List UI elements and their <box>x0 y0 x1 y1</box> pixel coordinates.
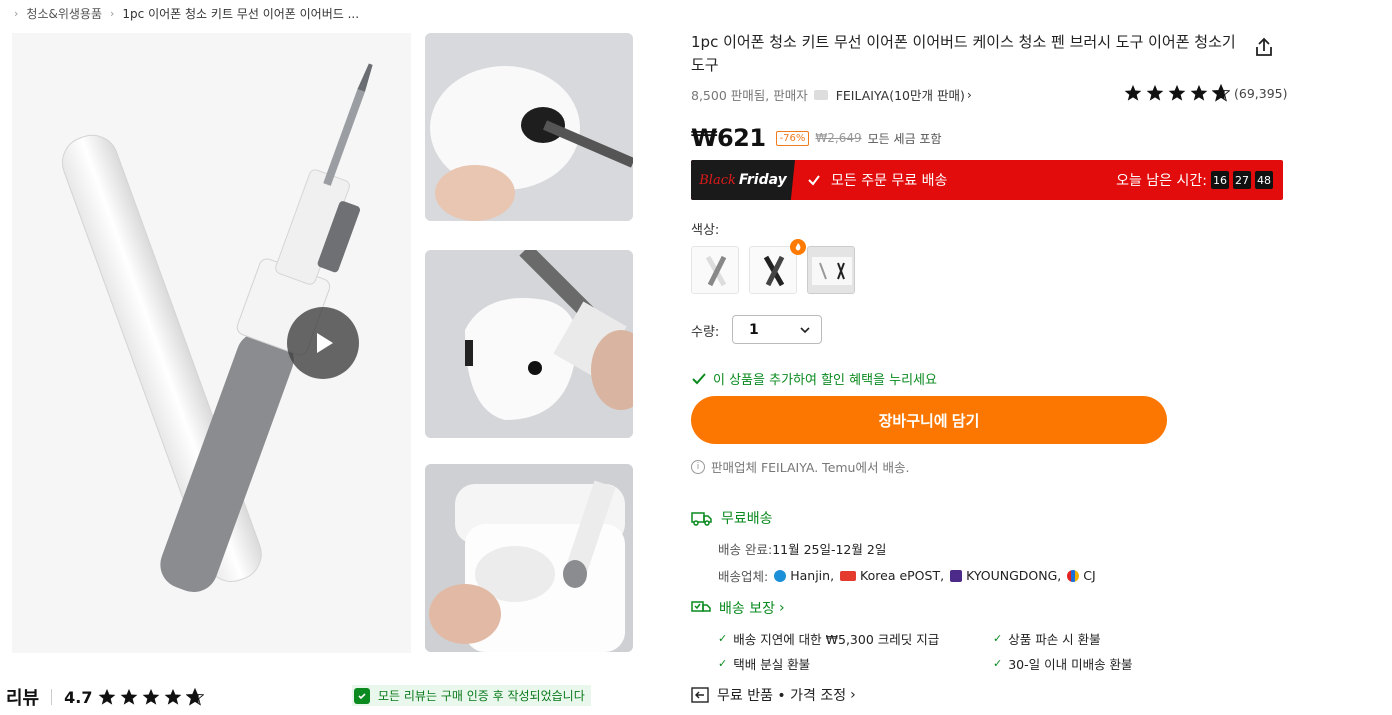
play-icon <box>317 333 333 353</box>
discount-badge: -76% <box>775 130 810 146</box>
countdown-timer: 오늘 남은 시간: 16 27 48 <box>1116 170 1273 190</box>
timer-hours: 16 <box>1211 171 1229 189</box>
delivery-guarantee-header[interactable]: 배송 보장 › <box>691 598 785 618</box>
star-icon <box>1190 84 1208 101</box>
check-icon: ✓ <box>993 657 1003 670</box>
star-half-icon <box>186 688 205 706</box>
sale-price: ₩621 <box>691 124 766 152</box>
chevron-right-icon: › <box>14 6 19 20</box>
timer-seconds: 48 <box>1255 171 1273 189</box>
seller-logo <box>813 89 828 100</box>
free-shipping-text: 모든 주문 무료 배송 <box>831 173 948 189</box>
earbud-cleaning-image <box>425 33 633 221</box>
chevron-right-icon: › <box>850 687 856 703</box>
free-returns-link[interactable]: 무료 반품 • 가격 조정 › <box>691 685 856 705</box>
carrier-korea-epost: Korea ePOST, <box>840 568 944 583</box>
product-title: 1pc 이어폰 청소 키트 무선 이어폰 이어버드 케이스 청소 펜 브러시 도… <box>691 33 1236 74</box>
breadcrumb: › 청소&위생용품 › 1pc 이어폰 청소 키트 무선 이어폰 이어버드 ..… <box>6 4 359 22</box>
star-icon <box>121 688 138 705</box>
check-icon <box>808 175 820 186</box>
rating-count: (69,395) <box>1234 85 1288 101</box>
main-product-image[interactable] <box>12 33 411 653</box>
carrier-kyoungdong: KYOUNGDONG, <box>950 568 1061 583</box>
original-price: ₩2,649 <box>815 131 862 145</box>
color-swatch-white[interactable] <box>691 246 739 294</box>
check-icon <box>692 372 706 384</box>
star-icon <box>1124 84 1142 101</box>
add-to-cart-button[interactable]: 장바구니에 담기 <box>691 396 1167 444</box>
black-friday-banner: Black Friday 모든 주문 무료 배송 오늘 남은 시간: 16 27… <box>691 160 1283 200</box>
quantity-label: 수량: <box>691 325 720 340</box>
timer-label: 오늘 남은 시간: <box>1116 173 1207 189</box>
shield-check-icon <box>354 687 370 704</box>
free-shipping-header[interactable]: 무료배송 <box>691 508 773 528</box>
carrier-cj: CJ <box>1067 568 1096 583</box>
check-icon: ✓ <box>993 632 1003 645</box>
guarantee-item: ✓ 택배 분실 환불 <box>718 657 811 672</box>
info-icon: i <box>691 459 705 474</box>
rating-summary[interactable]: (69,395) <box>1124 84 1288 102</box>
kyoungdong-logo-icon <box>950 569 963 582</box>
breadcrumb-item-current: 1pc 이어폰 청소 키트 무선 이어폰 이어버드 ... <box>122 6 360 21</box>
delivery-estimate: 배송 완료: 11월 25일-12월 2일 <box>718 542 887 557</box>
hot-icon <box>790 239 806 255</box>
check-icon: ✓ <box>718 632 728 645</box>
guarantee-item: ✓ 상품 파손 시 환불 <box>993 632 1101 647</box>
tax-note: 모든 세금 포함 <box>867 131 942 146</box>
chevron-right-icon: › <box>966 87 972 102</box>
star-half-icon <box>1212 84 1230 102</box>
cj-logo-icon <box>1067 569 1080 582</box>
star-icon <box>143 688 160 705</box>
truck-icon <box>691 512 712 526</box>
star-icon <box>1146 84 1164 101</box>
verified-reviews-badge: 모든 리뷰는 구매 인증 후 작성되었습니다 <box>352 685 591 706</box>
quantity-select[interactable]: 1 <box>732 315 822 344</box>
guarantee-item: ✓ 배송 지연에 대한 ₩5,300 크레딧 지급 <box>718 632 940 647</box>
divider <box>51 689 53 705</box>
return-icon <box>691 687 709 703</box>
seller-info: i 판매업체 FEILAIYA. Temu에서 배송. <box>691 457 909 476</box>
chevron-down-icon <box>800 327 810 334</box>
earbud-brush-image <box>425 250 633 438</box>
review-score: 4.7 <box>64 687 93 707</box>
star-icon <box>165 688 182 705</box>
play-video-button[interactable] <box>287 307 359 379</box>
reviews-title: 리뷰 <box>6 688 40 709</box>
timer-minutes: 27 <box>1233 171 1251 189</box>
guarantee-truck-icon <box>691 601 711 612</box>
color-swatch-set[interactable] <box>807 246 855 294</box>
star-icon <box>1168 84 1186 101</box>
hanjin-logo-icon <box>774 569 787 582</box>
chevron-right-icon: › <box>778 600 785 616</box>
share-icon[interactable] <box>1253 36 1275 58</box>
breadcrumb-item-category[interactable]: 청소&위생용품 <box>26 5 102 22</box>
color-swatch-black[interactable] <box>749 246 797 294</box>
thumbnail-2[interactable] <box>425 250 633 438</box>
guarantee-item: ✓ 30-일 이내 미배송 환불 <box>993 657 1133 672</box>
carrier-hanjin: Hanjin, <box>774 568 834 583</box>
black-friday-logo: Black Friday <box>691 160 795 200</box>
check-icon: ✓ <box>718 657 728 670</box>
star-icon <box>99 688 116 705</box>
reviews-summary: 리뷰 4.7 <box>6 684 208 710</box>
thumbnail-1[interactable] <box>425 33 633 221</box>
sales-seller-line: 8,500 판매됨, 판매자 FEILAIYA(10만개 판매) › <box>691 85 972 104</box>
carriers-line: 배송업체: Hanjin, Korea ePOST, KYOUNGDONG, C… <box>718 568 1096 584</box>
price-row: ₩621 -76% ₩2,649 모든 세금 포함 <box>691 124 942 152</box>
quantity-value: 1 <box>749 321 759 338</box>
epost-logo-icon <box>840 570 857 581</box>
thumbnail-3[interactable] <box>425 464 633 652</box>
case-cleaning-image <box>425 464 633 652</box>
chevron-right-icon: › <box>110 6 115 20</box>
sales-count: 8,500 판매됨, 판매자 <box>691 88 808 103</box>
color-label: 색상: <box>691 223 720 238</box>
bundle-offer[interactable]: 이 상품을 추가하여 할인 혜택을 누리세요 <box>691 369 937 388</box>
seller-link[interactable]: FEILAIYA(10만개 판매) <box>836 85 965 104</box>
